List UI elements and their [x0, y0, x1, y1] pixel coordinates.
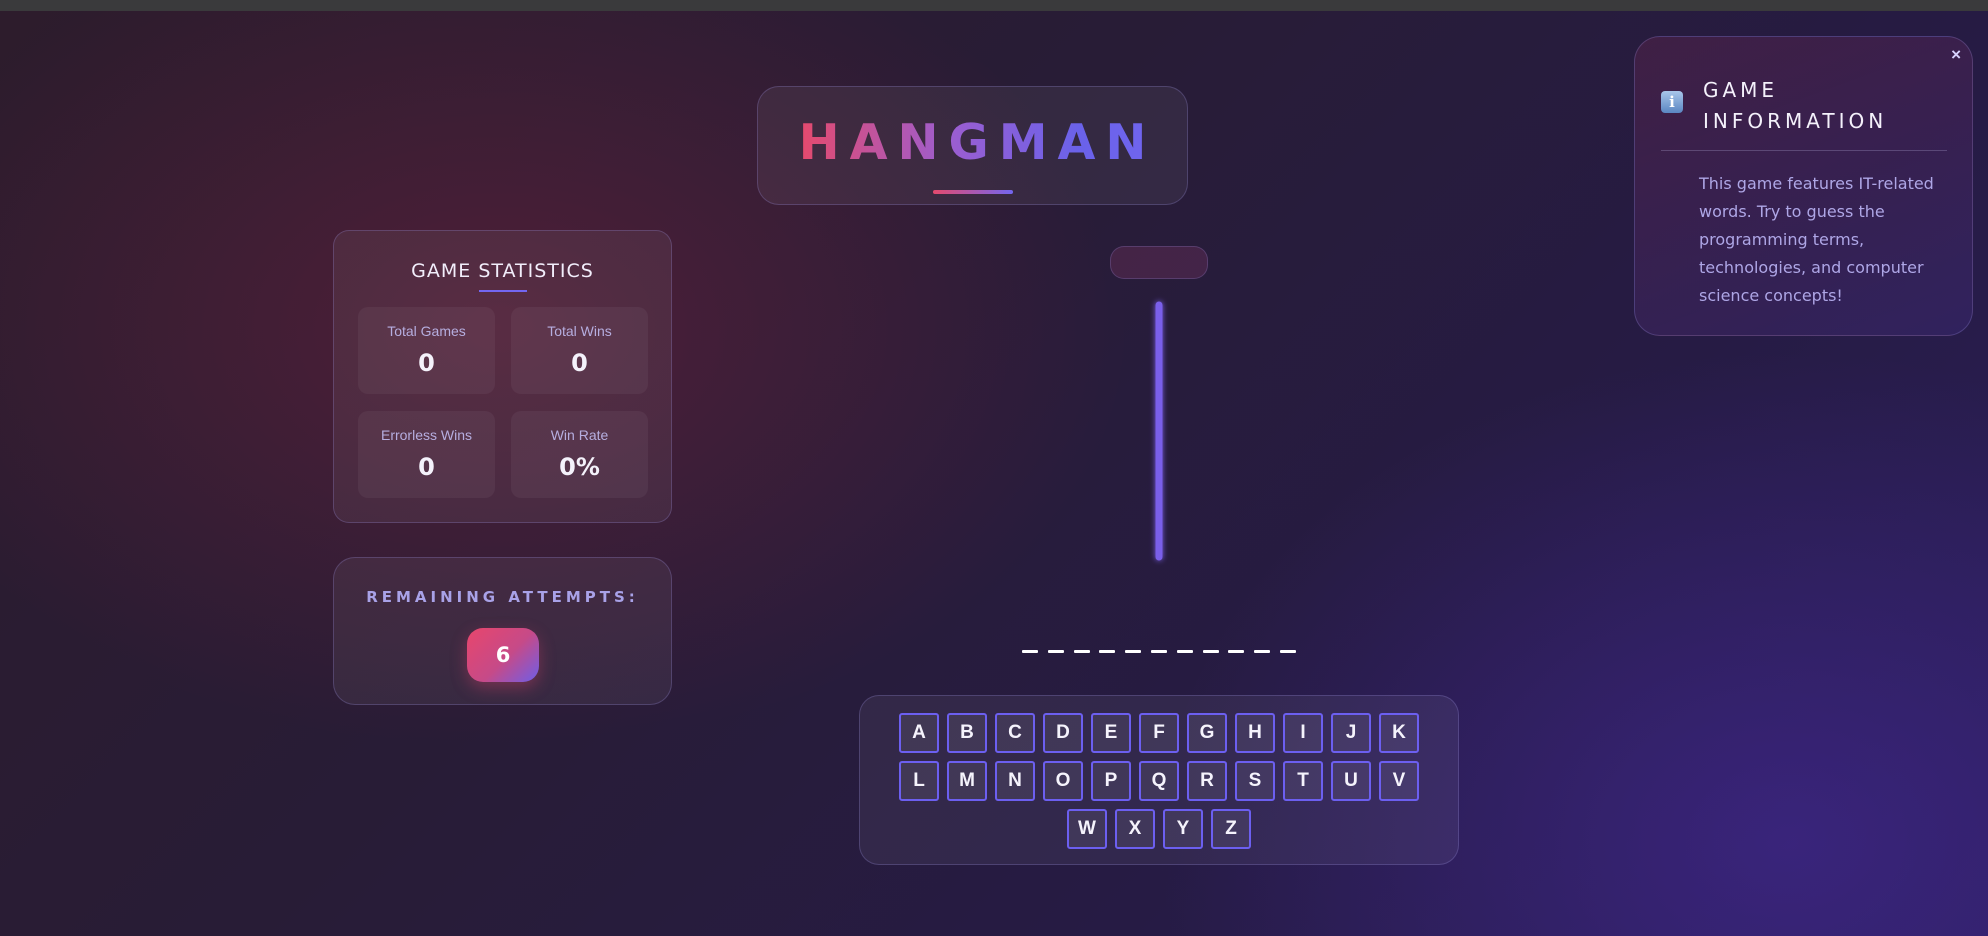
letter-blank: [1176, 650, 1193, 653]
info-icon: i: [1661, 91, 1683, 113]
letter-keyboard: ABCDEFGHIJK LMNOPQRSTUV WXYZ: [859, 695, 1459, 865]
letter-key-k[interactable]: K: [1379, 713, 1419, 753]
stat-label: Errorless Wins: [380, 427, 472, 443]
stat-label: Win Rate: [550, 427, 609, 443]
word-blanks: [1020, 638, 1300, 658]
letter-key-h[interactable]: H: [1235, 713, 1275, 753]
letter-key-m[interactable]: M: [947, 761, 987, 801]
stat-card-total-games: Total Games 0: [358, 307, 495, 394]
game-title: HANGMAN: [758, 114, 1187, 171]
game-information-panel: × i GAME INFORMATION This game features …: [1634, 36, 1973, 336]
stat-card-total-wins: Total Wins 0: [511, 307, 648, 394]
stat-label: Total Wins: [547, 323, 612, 339]
stat-value: 0: [418, 349, 435, 377]
letter-key-f[interactable]: F: [1139, 713, 1179, 753]
letter-key-b[interactable]: B: [947, 713, 987, 753]
letter-key-r[interactable]: R: [1187, 761, 1227, 801]
gallows-drawing: [1032, 301, 1286, 561]
stat-value: 0: [571, 349, 588, 377]
letter-key-x[interactable]: X: [1115, 809, 1155, 849]
letter-key-y[interactable]: Y: [1163, 809, 1203, 849]
letter-key-d[interactable]: D: [1043, 713, 1083, 753]
remaining-attempts-label: REMAINING ATTEMPTS:: [366, 588, 639, 606]
game-statistics-panel: GAME STATISTICS Total Games 0 Total Wins…: [333, 230, 672, 523]
letter-blank: [1151, 650, 1167, 653]
letter-key-v[interactable]: V: [1379, 761, 1419, 801]
letter-key-n[interactable]: N: [995, 761, 1035, 801]
browser-top-bar: [0, 0, 1988, 11]
stat-value: 0%: [559, 453, 600, 481]
letter-key-i[interactable]: I: [1283, 713, 1323, 753]
letter-key-z[interactable]: Z: [1211, 809, 1251, 849]
stat-card-win-rate: Win Rate 0%: [511, 411, 648, 498]
stats-heading: GAME STATISTICS: [411, 260, 594, 282]
letter-blank: [1047, 650, 1064, 653]
letter-key-w[interactable]: W: [1067, 809, 1107, 849]
info-description: This game features IT-related words. Try…: [1699, 174, 1934, 305]
letter-key-g[interactable]: G: [1187, 713, 1227, 753]
letter-blank: [1125, 650, 1142, 653]
info-title: GAME INFORMATION: [1703, 75, 1943, 137]
status-pill: [1110, 246, 1208, 279]
letter-blank: [1022, 650, 1038, 653]
letter-blank: [1280, 650, 1296, 653]
remaining-attempts-panel: REMAINING ATTEMPTS: 6: [333, 557, 672, 705]
stats-underline: [479, 290, 527, 292]
title-underline: [933, 190, 1013, 194]
letter-key-s[interactable]: S: [1235, 761, 1275, 801]
title-panel: HANGMAN: [757, 86, 1188, 205]
letter-key-t[interactable]: T: [1283, 761, 1323, 801]
stat-value: 0: [418, 453, 435, 481]
letter-key-e[interactable]: E: [1091, 713, 1131, 753]
stat-card-errorless-wins: Errorless Wins 0: [358, 411, 495, 498]
letter-key-a[interactable]: A: [899, 713, 939, 753]
letter-key-j[interactable]: J: [1331, 713, 1371, 753]
info-divider: [1661, 150, 1947, 151]
letter-key-o[interactable]: O: [1043, 761, 1083, 801]
letter-blank: [1254, 650, 1271, 653]
letter-key-c[interactable]: C: [995, 713, 1035, 753]
letter-blank: [1202, 650, 1219, 653]
close-icon[interactable]: ×: [1951, 45, 1961, 65]
info-title-line-2: INFORMATION: [1703, 109, 1888, 133]
letter-key-l[interactable]: L: [899, 761, 939, 801]
remaining-attempts-badge: 6: [467, 628, 539, 682]
letter-blank: [1099, 650, 1116, 653]
letter-key-q[interactable]: Q: [1139, 761, 1179, 801]
letter-key-u[interactable]: U: [1331, 761, 1371, 801]
letter-blank: [1228, 650, 1245, 653]
letter-blank: [1073, 650, 1090, 653]
letter-key-p[interactable]: P: [1091, 761, 1131, 801]
info-title-line-1: GAME: [1703, 78, 1779, 102]
stat-label: Total Games: [387, 323, 466, 339]
